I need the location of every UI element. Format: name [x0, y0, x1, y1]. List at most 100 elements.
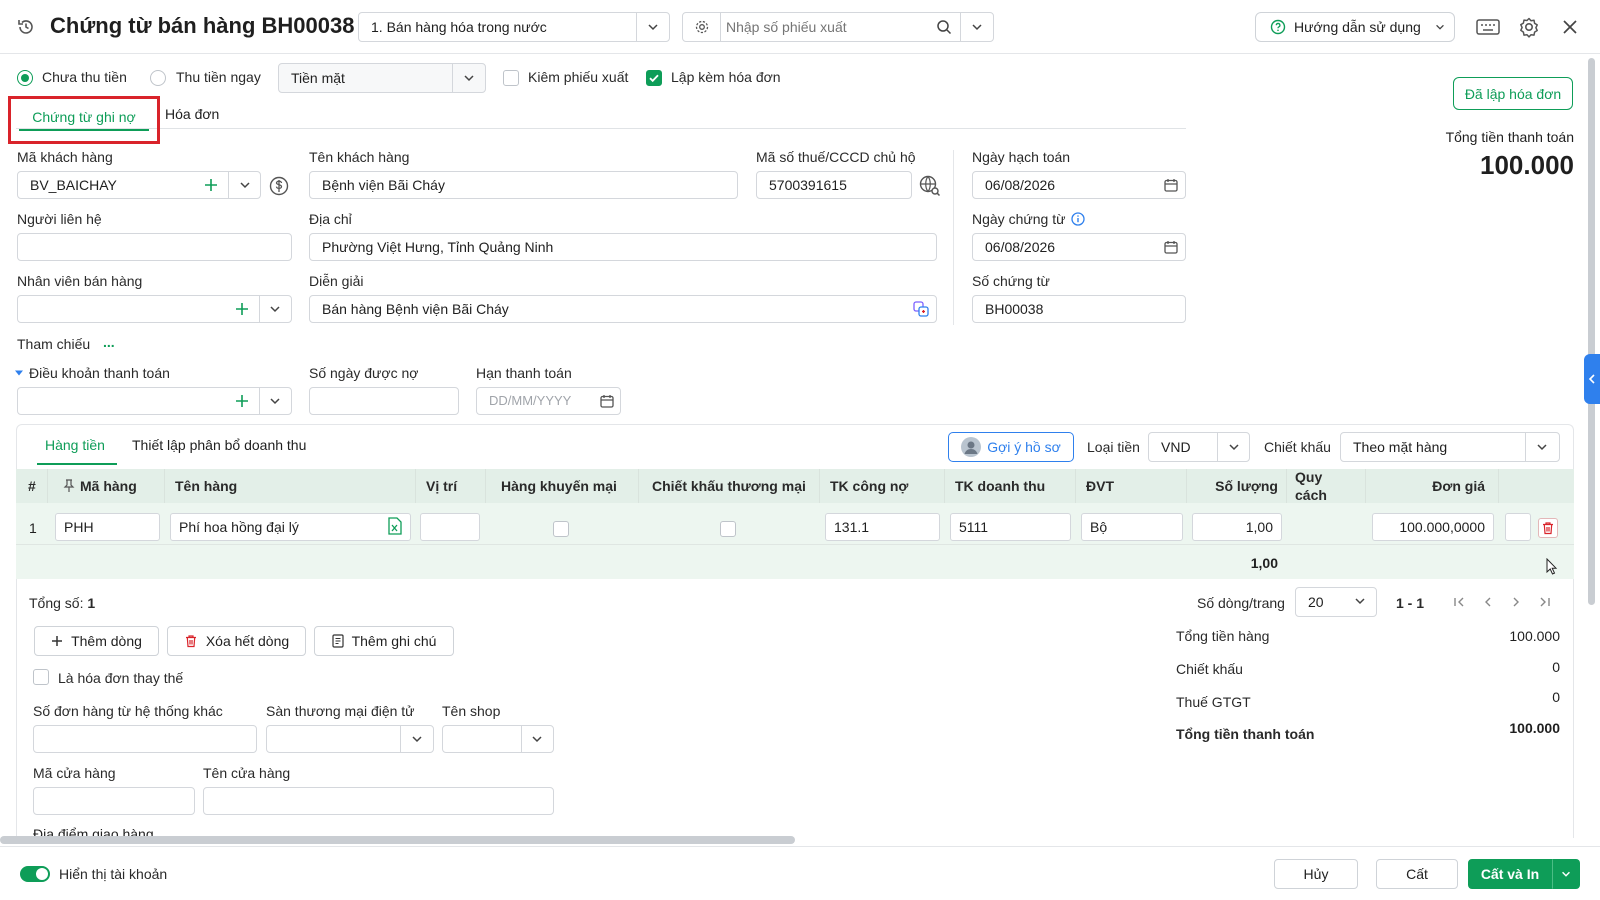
sale-type-select[interactable]: 1. Bán hàng hóa trong nước	[358, 12, 670, 42]
last-page-icon[interactable]	[1537, 594, 1553, 610]
reference-more-link[interactable]: ...	[103, 334, 115, 350]
payment-method-select[interactable]: Tiền mặt	[278, 63, 486, 93]
row-quantity[interactable]: 1,00	[1192, 513, 1282, 541]
row-ar-account[interactable]: 131.1	[825, 513, 940, 541]
row-unit-price[interactable]: 100.000,0000	[1372, 513, 1494, 541]
show-account-toggle[interactable]	[20, 866, 50, 882]
address-field[interactable]: Phường Việt Hưng, Tỉnh Quảng Ninh	[309, 233, 937, 261]
delete-all-rows-button[interactable]: Xóa hết dòng	[167, 626, 306, 656]
col-revenue-account: TK doanh thu	[955, 478, 1046, 494]
excel-file-icon[interactable]	[386, 517, 404, 535]
store-code-field[interactable]	[33, 787, 195, 815]
contact-label: Người liên hệ	[17, 211, 102, 227]
tax-code-field[interactable]: 5700391615	[756, 171, 912, 199]
payment-total-value: 100.000	[1509, 720, 1560, 736]
posting-date-field[interactable]: 06/08/2026	[972, 171, 1186, 199]
plus-icon[interactable]	[233, 392, 251, 410]
dollar-circle-icon[interactable]	[268, 175, 290, 197]
form-divider	[953, 150, 954, 325]
chevron-down-icon[interactable]	[1351, 592, 1369, 610]
other-order-field[interactable]	[33, 725, 257, 753]
info-icon[interactable]	[1070, 211, 1086, 227]
paid-now-radio[interactable]	[150, 70, 166, 86]
unpaid-radio[interactable]	[17, 70, 33, 86]
voucher-no-field[interactable]: BH00038	[972, 295, 1186, 323]
calendar-icon[interactable]	[1163, 239, 1179, 255]
horizontal-scrollbar[interactable]	[0, 836, 795, 844]
description-field[interactable]: Bán hàng Bệnh viện Bãi Cháy	[309, 295, 937, 323]
cancel-button[interactable]: Hủy	[1274, 859, 1358, 889]
tab-goods-money[interactable]: Hàng tiền	[45, 437, 105, 453]
chevron-down-icon[interactable]	[264, 300, 286, 318]
row-unit[interactable]: Bộ	[1081, 513, 1183, 541]
save-print-dropdown[interactable]	[1552, 859, 1580, 889]
plus-icon[interactable]	[202, 176, 220, 194]
suggest-profile-button[interactable]: Gợi ý hồ sơ	[948, 432, 1074, 462]
shop-name-label: Tên shop	[442, 703, 501, 719]
col-ar-account: TK công nợ	[830, 478, 909, 494]
help-button[interactable]: Hướng dẫn sử dụng	[1255, 12, 1455, 42]
next-page-icon[interactable]	[1508, 594, 1524, 610]
history-icon[interactable]	[16, 17, 36, 37]
other-order-label: Số đơn hàng từ hệ thống khác	[33, 703, 223, 719]
ai-suggest-icon[interactable]	[912, 300, 930, 318]
gear-icon[interactable]	[692, 17, 712, 37]
caret-down-icon[interactable]	[14, 368, 24, 378]
row-promo-checkbox[interactable]	[553, 521, 569, 537]
save-button[interactable]: Cất	[1376, 859, 1458, 889]
chevron-down-icon[interactable]	[458, 68, 480, 88]
chevron-down-icon[interactable]	[527, 730, 547, 748]
search-icon[interactable]	[934, 17, 954, 37]
chevron-down-icon[interactable]	[264, 392, 286, 410]
add-note-button[interactable]: Thêm ghi chú	[314, 626, 454, 656]
payment-terms-label: Điều khoản thanh toán	[29, 365, 170, 381]
replacement-invoice-checkbox[interactable]	[33, 669, 49, 685]
invoiced-button[interactable]: Đã lập hóa đơn	[1453, 77, 1573, 110]
tab-revenue-allocation[interactable]: Thiết lập phân bổ doanh thu	[132, 437, 306, 453]
row-trade-discount-checkbox[interactable]	[720, 521, 736, 537]
prev-page-icon[interactable]	[1480, 594, 1496, 610]
chevron-down-icon[interactable]	[1531, 437, 1553, 457]
settings-icon[interactable]	[1517, 15, 1541, 39]
search-input[interactable]	[726, 15, 926, 39]
plus-icon[interactable]	[233, 300, 251, 318]
sale-type-value: 1. Bán hàng hóa trong nước	[371, 19, 547, 35]
discount-mode-select[interactable]: Theo mặt hàng	[1340, 432, 1560, 462]
customer-code-field[interactable]: BV_BAICHAY	[17, 171, 261, 199]
row-item-name[interactable]: Phí hoa hồng đại lý	[170, 513, 411, 541]
chevron-down-icon[interactable]	[966, 17, 988, 37]
row-extra-cell[interactable]	[1505, 513, 1531, 541]
calendar-icon[interactable]	[1163, 177, 1179, 193]
check-receipt-checkbox[interactable]	[503, 70, 519, 86]
tab-invoice[interactable]: Hóa đơn	[165, 106, 219, 122]
row-location[interactable]	[420, 513, 480, 541]
globe-search-icon[interactable]	[918, 174, 942, 198]
tab-debit-voucher[interactable]: Chứng từ ghi nợ	[8, 96, 160, 144]
first-page-icon[interactable]	[1451, 594, 1467, 610]
avatar	[961, 437, 982, 457]
keyboard-icon[interactable]	[1475, 16, 1501, 38]
voucher-date-field[interactable]: 06/08/2026	[972, 233, 1186, 261]
with-invoice-checkbox[interactable]	[646, 70, 662, 86]
calendar-icon[interactable]	[599, 393, 615, 409]
side-panel-toggle[interactable]	[1584, 354, 1600, 404]
store-name-field[interactable]	[203, 787, 554, 815]
add-row-button[interactable]: Thêm dòng	[34, 626, 159, 656]
contact-field[interactable]	[17, 233, 292, 261]
row-revenue-account[interactable]: 5111	[950, 513, 1071, 541]
chevron-down-icon[interactable]	[234, 176, 256, 194]
row-item-code[interactable]: PHH	[55, 513, 160, 541]
vertical-scrollbar[interactable]	[1588, 58, 1595, 605]
due-date-label: Hạn thanh toán	[476, 365, 572, 381]
chevron-down-icon[interactable]	[407, 730, 427, 748]
trash-icon	[184, 634, 198, 648]
chevron-down-icon[interactable]	[1223, 437, 1245, 457]
credit-days-field[interactable]	[309, 387, 459, 415]
close-icon[interactable]	[1560, 17, 1580, 37]
chevron-down-icon[interactable]	[642, 17, 664, 37]
pin-icon[interactable]	[62, 478, 76, 494]
customer-name-field[interactable]: Bệnh viện Bãi Cháy	[309, 171, 738, 199]
trash-icon[interactable]	[1538, 518, 1558, 538]
save-print-button[interactable]: Cất và In	[1468, 859, 1552, 889]
unpaid-label: Chưa thu tiền	[42, 69, 127, 85]
